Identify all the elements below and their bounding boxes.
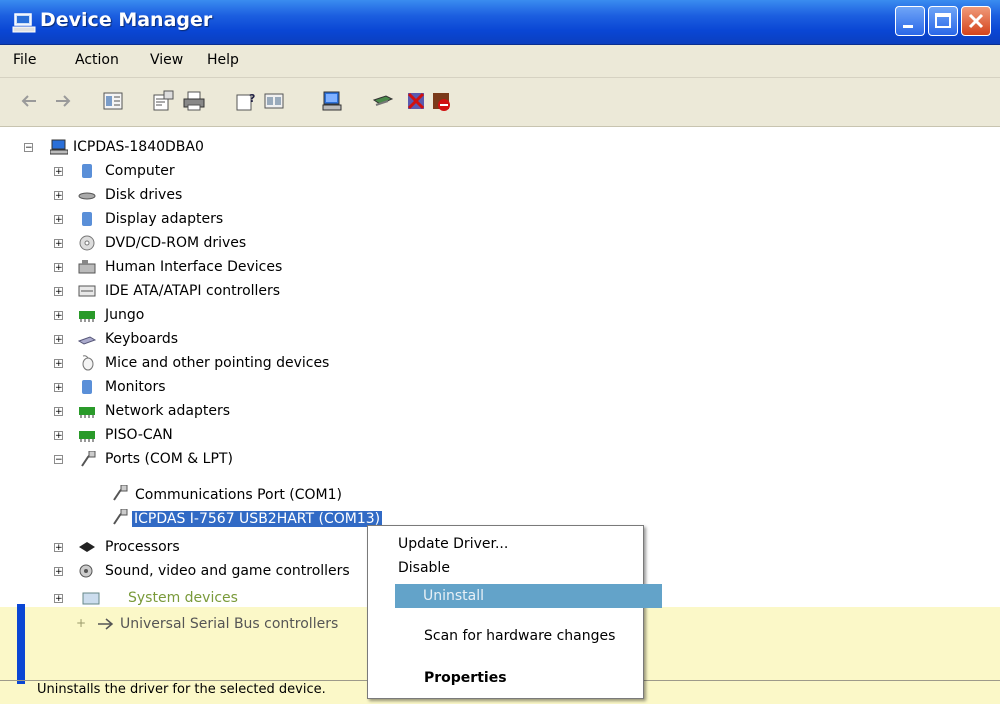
- uninstall-icon[interactable]: [405, 90, 427, 112]
- context-menu: Update Driver... Disable Uninstall Scan …: [367, 525, 662, 699]
- show-hide-tree-icon[interactable]: [102, 90, 124, 112]
- minimize-icon: [903, 25, 913, 28]
- disk-drive-icon: [78, 192, 96, 200]
- sound-icon: [79, 564, 93, 578]
- tree-item-usb[interactable]: + Universal Serial Bus controllers: [0, 614, 400, 636]
- maximize-button[interactable]: [928, 6, 958, 36]
- menu-bar: File Action View Help: [0, 45, 1000, 78]
- tree-item-computer[interactable]: + Computer: [0, 161, 400, 183]
- system-devices-icon: [82, 592, 100, 605]
- tree-item-ports[interactable]: − Ports (COM & LPT): [0, 449, 400, 471]
- selected-device-label: ICPDAS I-7567 USB2HART (COM13): [132, 511, 383, 527]
- port-icon: [113, 509, 128, 525]
- menu-item-scan-hardware[interactable]: Scan for hardware changes: [368, 624, 643, 648]
- menu-item-disable[interactable]: Disable: [368, 556, 643, 580]
- menu-item-update-driver[interactable]: Update Driver...: [368, 532, 643, 556]
- expand-icon[interactable]: +: [54, 594, 63, 604]
- maximize-icon: [935, 13, 951, 28]
- menu-view[interactable]: View: [150, 52, 183, 68]
- expand-icon[interactable]: +: [54, 567, 63, 577]
- port-icon: [113, 485, 128, 501]
- close-icon: [968, 13, 984, 29]
- view-icon[interactable]: [263, 90, 285, 112]
- dvd-drive-icon: [79, 235, 95, 251]
- expand-icon[interactable]: +: [54, 167, 63, 177]
- device-manager-icon: [12, 13, 36, 33]
- collapse-icon[interactable]: −: [24, 143, 33, 153]
- tree-item-network-adapters[interactable]: + Network adapters: [0, 401, 400, 423]
- usb-icon: [98, 618, 114, 630]
- forward-icon[interactable]: [52, 90, 74, 112]
- help-icon[interactable]: ?: [235, 90, 257, 112]
- expand-icon[interactable]: +: [54, 383, 63, 393]
- expand-icon[interactable]: +: [54, 431, 63, 441]
- mouse-icon: [82, 355, 94, 371]
- tree-item-ide[interactable]: + IDE ATA/ATAPI controllers: [0, 281, 400, 303]
- menu-item-uninstall[interactable]: Uninstall: [395, 584, 662, 608]
- minimize-button[interactable]: [895, 6, 925, 36]
- expand-icon[interactable]: +: [54, 359, 63, 369]
- monitor-icon: [82, 380, 92, 394]
- tree-item-piso-can[interactable]: + PISO-CAN: [0, 425, 400, 447]
- tree-item-processors[interactable]: + Processors: [0, 537, 400, 559]
- update-driver-icon[interactable]: [372, 90, 394, 112]
- tree-item-display-adapters[interactable]: + Display adapters: [0, 209, 400, 231]
- pci-card-icon: [79, 431, 95, 442]
- toolbar: ?: [0, 78, 1000, 127]
- expand-icon[interactable]: +: [54, 335, 63, 345]
- back-icon[interactable]: [18, 90, 40, 112]
- network-card-icon: [79, 407, 95, 418]
- menu-file[interactable]: File: [13, 52, 36, 68]
- expand-icon[interactable]: +: [54, 239, 63, 249]
- tree-item-mice[interactable]: + Mice and other pointing devices: [0, 353, 400, 375]
- collapse-icon[interactable]: −: [54, 455, 63, 465]
- device-manager-window: Device Manager File Action View Help ? −: [0, 0, 1000, 704]
- tree-root[interactable]: − ICPDAS-1840DBA0: [0, 137, 400, 159]
- keyboard-icon: [78, 336, 96, 345]
- ide-controller-icon: [78, 285, 96, 297]
- window-title: Device Manager: [40, 9, 213, 31]
- expand-icon[interactable]: +: [54, 311, 63, 321]
- processor-icon: [79, 542, 95, 552]
- properties-icon[interactable]: [152, 90, 174, 112]
- expand-icon[interactable]: +: [76, 616, 86, 630]
- close-button[interactable]: [961, 6, 991, 36]
- tree-item-com1[interactable]: Communications Port (COM1): [0, 485, 450, 507]
- expand-icon[interactable]: +: [54, 215, 63, 225]
- scan-hardware-icon[interactable]: [321, 90, 343, 112]
- pci-card-icon: [79, 311, 95, 322]
- expand-icon[interactable]: +: [54, 287, 63, 297]
- menu-item-properties[interactable]: Properties: [368, 666, 643, 690]
- title-bar[interactable]: Device Manager: [0, 0, 1000, 45]
- tree-item-system-devices[interactable]: + System devices: [0, 588, 400, 610]
- svg-text:?: ?: [249, 92, 255, 105]
- computer-icon: [50, 139, 68, 155]
- tree-item-hid[interactable]: + Human Interface Devices: [0, 257, 400, 279]
- tree-item-jungo[interactable]: + Jungo: [0, 305, 400, 327]
- tree-item-keyboards[interactable]: + Keyboards: [0, 329, 400, 351]
- tree-item-disk-drives[interactable]: + Disk drives: [0, 185, 400, 207]
- tree-item-dvd-drives[interactable]: + DVD/CD-ROM drives: [0, 233, 400, 255]
- expand-icon[interactable]: +: [54, 263, 63, 273]
- computer-icon: [82, 164, 92, 178]
- tree-item-monitors[interactable]: + Monitors: [0, 377, 400, 399]
- root-label: ICPDAS-1840DBA0: [73, 139, 204, 155]
- print-icon[interactable]: [183, 90, 205, 112]
- expand-icon[interactable]: +: [54, 407, 63, 417]
- port-icon: [81, 451, 96, 467]
- status-bar-text: Uninstalls the driver for the selected d…: [37, 682, 326, 697]
- menu-help[interactable]: Help: [207, 52, 239, 68]
- display-adapter-icon: [82, 212, 92, 226]
- tree-item-sound[interactable]: + Sound, video and game controllers: [0, 561, 400, 583]
- expand-icon[interactable]: +: [54, 191, 63, 201]
- expand-icon[interactable]: +: [54, 543, 63, 553]
- disable-icon[interactable]: [430, 90, 452, 112]
- menu-action[interactable]: Action: [75, 52, 119, 68]
- hid-icon: [78, 260, 96, 274]
